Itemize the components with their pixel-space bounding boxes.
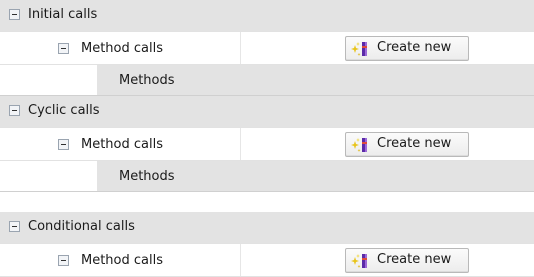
methods-label: Methods (119, 169, 175, 184)
method-calls-row: Method calls Create new (0, 127, 534, 161)
category-row-cyclic-calls[interactable]: Cyclic calls (0, 96, 534, 127)
method-calls-row: Method calls Create new (0, 243, 534, 277)
create-new-label: Create new (377, 252, 452, 267)
method-calls-label: Method calls (81, 253, 163, 268)
category-label: Initial calls (28, 7, 98, 22)
collapse-icon[interactable] (9, 221, 20, 232)
column-divider (240, 244, 241, 276)
call-tree: Initial calls Method calls Create new Me… (0, 0, 534, 277)
category-row-conditional-calls[interactable]: Conditional calls (0, 212, 534, 243)
wand-sparkle-icon (351, 42, 367, 56)
methods-label: Methods (119, 73, 175, 88)
category-label: Conditional calls (28, 219, 135, 234)
wand-sparkle-icon (351, 254, 367, 268)
create-new-button[interactable]: Create new (345, 36, 469, 61)
wand-sparkle-icon (351, 138, 367, 152)
collapse-icon[interactable] (9, 105, 20, 116)
collapse-icon[interactable] (9, 9, 20, 20)
collapse-icon[interactable] (58, 139, 69, 150)
methods-row: Methods (0, 161, 534, 192)
column-divider (240, 32, 241, 64)
method-calls-label: Method calls (81, 41, 163, 56)
create-new-button[interactable]: Create new (345, 248, 469, 273)
method-calls-row: Method calls Create new (0, 31, 534, 65)
method-calls-label: Method calls (81, 137, 163, 152)
category-label: Cyclic calls (28, 103, 100, 118)
create-new-label: Create new (377, 40, 452, 55)
collapse-icon[interactable] (58, 43, 69, 54)
column-divider (240, 128, 241, 160)
collapse-icon[interactable] (58, 255, 69, 266)
category-row-initial-calls[interactable]: Initial calls (0, 0, 534, 31)
create-new-button[interactable]: Create new (345, 132, 469, 157)
create-new-label: Create new (377, 136, 452, 151)
methods-row: Methods (0, 65, 534, 96)
